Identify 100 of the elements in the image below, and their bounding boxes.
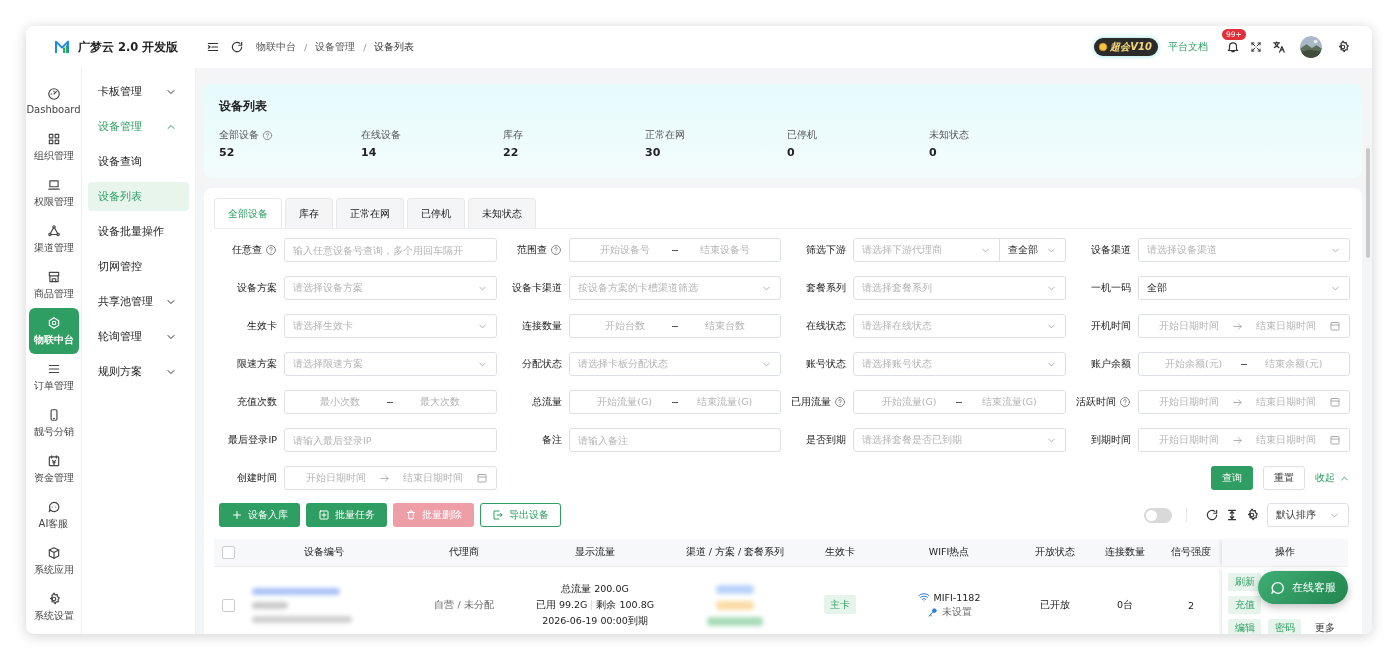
range-field[interactable]: 开始流量(G) 结束流量(G): [853, 390, 1066, 414]
gauge-icon: [46, 87, 61, 101]
rail-item[interactable]: Dashboard: [28, 78, 79, 124]
refresh-icon[interactable]: [1205, 508, 1219, 522]
fullscreen-icon[interactable]: [1250, 41, 1262, 53]
box-icon: [46, 545, 61, 560]
arrow-right-icon: [378, 472, 390, 484]
checkbox[interactable]: [221, 598, 235, 612]
rail-item[interactable]: 订单管理: [28, 354, 79, 400]
toolbar-button[interactable]: 导出设备: [480, 503, 561, 527]
action-button[interactable]: 刷新: [1228, 573, 1261, 591]
select-field[interactable]: 查全部: [999, 238, 1066, 262]
menu-item[interactable]: 设备查询: [88, 147, 189, 176]
date-range-field[interactable]: 开始日期时间 结束日期时间: [1137, 390, 1350, 414]
rail-item[interactable]: 权限管理: [28, 170, 79, 216]
docs-link[interactable]: 平台文档: [1168, 40, 1208, 54]
bell-icon[interactable]: [1226, 40, 1240, 54]
rail-item[interactable]: 靓号分销: [28, 400, 79, 446]
select-field[interactable]: 请选择生效卡: [284, 314, 497, 338]
settings-icon[interactable]: [1336, 40, 1350, 54]
toolbar-button[interactable]: 批量任务: [306, 503, 387, 527]
action-button[interactable]: 编辑: [1228, 619, 1261, 634]
reset-button[interactable]: 重置: [1263, 466, 1305, 490]
stat-label: 已停机: [787, 129, 817, 142]
avatar[interactable]: [1300, 36, 1322, 58]
action-button[interactable]: 密码: [1268, 619, 1301, 634]
rail-item[interactable]: 渠道管理: [28, 216, 79, 262]
range-field[interactable]: 最小次数 最大次数: [284, 390, 497, 414]
rail-item[interactable]: AI客服: [28, 492, 79, 538]
range-field[interactable]: 开始设备号 结束设备号: [568, 238, 781, 262]
select-field[interactable]: 请选择下游代理商: [853, 238, 1000, 262]
menu-icon[interactable]: [206, 40, 220, 54]
tab[interactable]: 全部设备: [214, 198, 282, 228]
breadcrumb-link[interactable]: 设备列表: [374, 40, 415, 54]
date-range-field[interactable]: 开始日期时间 结束日期时间: [1137, 314, 1350, 338]
breadcrumb-link[interactable]: 物联中台: [256, 40, 296, 54]
menu-item[interactable]: 设备批量操作: [88, 217, 189, 246]
select-field[interactable]: 请选择套餐是否已到期: [853, 428, 1066, 452]
select-field[interactable]: 请选择设备方案: [284, 276, 497, 300]
select-field[interactable]: 请选择限速方案: [284, 352, 497, 376]
rail-item[interactable]: 组织管理: [28, 124, 79, 170]
menu-group[interactable]: 规则方案: [88, 354, 189, 389]
menu-item[interactable]: 设备列表: [88, 182, 189, 211]
column-header: 操作: [1275, 546, 1295, 557]
query-button[interactable]: 查询: [1211, 466, 1253, 490]
field-label: 设备渠道: [1090, 243, 1131, 257]
nodes-icon: [46, 223, 61, 238]
range-field[interactable]: 开始余额(元) 结束余额(元): [1137, 352, 1350, 376]
input-field[interactable]: 输入任意设备号查询，多个用回车隔开: [284, 238, 497, 262]
select-field[interactable]: 请选择卡板分配状态: [568, 352, 781, 376]
field-label: 最后登录IP: [228, 433, 277, 447]
field-label: 活跃时间: [1075, 395, 1116, 409]
settings-icon[interactable]: [1245, 508, 1259, 522]
range-field[interactable]: 开始流量(G) 结束流量(G): [568, 390, 781, 414]
toggle-switch[interactable]: [1144, 507, 1172, 523]
menu-group[interactable]: 轮询管理: [88, 319, 189, 354]
rail-item[interactable]: 系统应用: [28, 538, 79, 584]
select-field[interactable]: 全部: [1137, 276, 1350, 300]
wifi-password: 未设置: [941, 606, 972, 619]
field-label: 连接数量: [521, 319, 562, 333]
tab[interactable]: 库存: [285, 198, 333, 228]
rail-item[interactable]: 物联中台: [28, 308, 79, 354]
select-field[interactable]: 请选择套餐系列: [853, 276, 1066, 300]
scrollbar[interactable]: [1366, 148, 1370, 258]
rail-item[interactable]: 商品管理: [28, 262, 79, 308]
field-label: 账号状态: [806, 357, 846, 371]
menu-item[interactable]: 切网管控: [88, 252, 189, 281]
breadcrumb-link[interactable]: 设备管理: [315, 40, 356, 54]
date-range-field[interactable]: 开始日期时间 结束日期时间: [284, 466, 497, 490]
chat-button[interactable]: 在线客服: [1258, 571, 1348, 604]
laptop-icon: [46, 177, 61, 192]
action-button[interactable]: 充值: [1228, 596, 1261, 614]
select-field[interactable]: 按设备方案的卡槽渠道筛选: [568, 276, 781, 300]
refresh-icon[interactable]: [230, 40, 244, 54]
sort-select[interactable]: 默认排序: [1267, 503, 1349, 527]
rail-item[interactable]: 系统设置: [28, 584, 79, 630]
tab[interactable]: 已停机: [407, 198, 465, 228]
date-range-field[interactable]: 开始日期时间 结束日期时间: [1137, 428, 1350, 452]
collapse-link[interactable]: 收起: [1315, 471, 1350, 485]
stat-label: 未知状态: [929, 129, 969, 142]
input-field[interactable]: 请输入备注: [568, 428, 781, 452]
rail-item[interactable]: 资金管理: [28, 446, 79, 492]
menu-group[interactable]: 设备管理: [88, 109, 189, 144]
row-height-icon[interactable]: [1225, 508, 1239, 522]
menu-group[interactable]: 共享池管理: [88, 284, 189, 319]
tab[interactable]: 正常在网: [336, 198, 404, 228]
checkbox[interactable]: [221, 546, 235, 559]
export-icon: [492, 509, 504, 521]
translate-icon[interactable]: [1272, 40, 1286, 54]
select-field[interactable]: 请选择设备渠道: [1137, 238, 1350, 262]
menu-group[interactable]: 卡板管理: [88, 74, 189, 109]
toolbar-button[interactable]: 设备入库: [219, 503, 300, 527]
stat-value: 0: [787, 146, 796, 159]
trash-icon: [405, 509, 417, 521]
range-field[interactable]: 开始台数 结束台数: [568, 314, 781, 338]
tab[interactable]: 未知状态: [468, 198, 536, 228]
select-field[interactable]: 请选择在线状态: [853, 314, 1066, 338]
select-field[interactable]: 请选择账号状态: [853, 352, 1066, 376]
more-link[interactable]: 更多: [1308, 619, 1341, 634]
input-field[interactable]: 请输入最后登录IP: [284, 428, 497, 452]
